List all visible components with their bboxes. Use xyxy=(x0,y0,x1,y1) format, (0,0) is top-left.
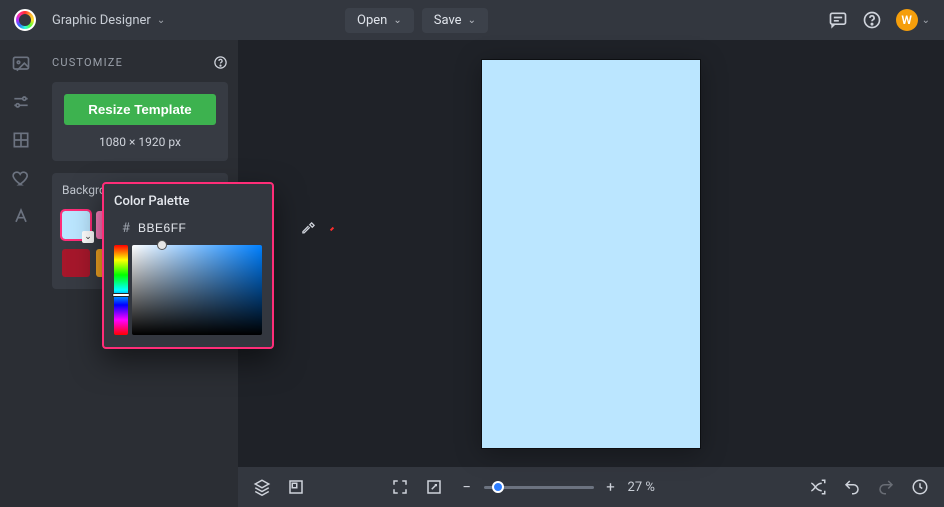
heart-icon[interactable] xyxy=(11,168,31,188)
zoom-in-button[interactable]: + xyxy=(602,478,620,496)
document-title: Graphic Designer xyxy=(52,13,151,28)
expand-icon[interactable] xyxy=(424,477,444,497)
hue-slider-thumb[interactable] xyxy=(112,293,130,297)
color-picker xyxy=(114,245,262,335)
fit-to-screen-icon[interactable] xyxy=(390,477,410,497)
sv-thumb[interactable] xyxy=(157,240,167,250)
open-button[interactable]: Open ⌄ xyxy=(345,8,414,33)
color-swatch[interactable] xyxy=(62,249,90,277)
comments-icon[interactable] xyxy=(828,10,848,30)
color-palette-popover: Color Palette # xyxy=(102,182,274,349)
account-menu[interactable]: W ⌄ xyxy=(896,9,930,31)
check-icon: ⌄ xyxy=(82,231,94,243)
topbar-center: Open ⌄ Save ⌄ xyxy=(345,8,488,33)
resize-block: Resize Template 1080 × 1920 px xyxy=(52,82,228,161)
shuffle-icon[interactable] xyxy=(808,477,828,497)
color-palette-title: Color Palette xyxy=(114,194,262,209)
template-dimensions: 1080 × 1920 px xyxy=(64,135,216,149)
chevron-down-icon: ⌄ xyxy=(393,15,401,26)
save-button-label: Save xyxy=(434,13,462,28)
bottom-bar: − + 27 % xyxy=(238,467,944,507)
chevron-down-icon: ⌄ xyxy=(922,15,930,26)
hue-slider[interactable] xyxy=(114,245,128,335)
canvas-column: − + 27 % xyxy=(238,40,944,507)
history-icon[interactable] xyxy=(910,477,930,497)
save-button[interactable]: Save ⌄ xyxy=(422,8,488,33)
canvas-area[interactable] xyxy=(238,40,944,467)
avatar: W xyxy=(896,9,918,31)
undo-icon[interactable] xyxy=(842,477,862,497)
saturation-value-field[interactable] xyxy=(132,245,262,335)
tool-rail xyxy=(0,40,42,507)
image-icon[interactable] xyxy=(11,54,31,74)
grid-icon[interactable] xyxy=(11,130,31,150)
help-icon[interactable] xyxy=(862,10,882,30)
color-swatch[interactable]: ⌄ xyxy=(62,211,90,239)
chevron-down-icon: ⌄ xyxy=(157,15,165,26)
topbar-right: W ⌄ xyxy=(828,9,930,31)
hex-row: # xyxy=(114,219,262,237)
resize-template-button[interactable]: Resize Template xyxy=(64,94,216,125)
eyedropper-icon[interactable] xyxy=(301,220,316,236)
app-logo[interactable] xyxy=(14,9,36,31)
zoom-control: − + 27 % xyxy=(458,478,655,496)
chevron-down-icon: ⌄ xyxy=(468,15,476,26)
text-icon[interactable] xyxy=(11,206,31,226)
document-title-dropdown[interactable]: Graphic Designer ⌄ xyxy=(48,9,169,32)
page-grid-icon[interactable] xyxy=(286,477,306,497)
avatar-letter: W xyxy=(901,13,912,27)
zoom-slider-thumb[interactable] xyxy=(492,481,504,493)
artboard[interactable] xyxy=(482,60,700,448)
open-button-label: Open xyxy=(357,13,387,28)
zoom-value: 27 % xyxy=(628,480,655,495)
customize-title: CUSTOMIZE xyxy=(52,56,123,69)
zoom-slider[interactable] xyxy=(484,486,594,489)
hex-input[interactable] xyxy=(138,221,293,235)
panel-help-icon[interactable] xyxy=(212,54,228,70)
top-bar: Graphic Designer ⌄ Open ⌄ Save ⌄ W ⌄ xyxy=(0,0,944,40)
sliders-icon[interactable] xyxy=(11,92,31,112)
redo-icon[interactable] xyxy=(876,477,896,497)
layers-icon[interactable] xyxy=(252,477,272,497)
hash-symbol: # xyxy=(122,221,130,236)
zoom-out-button[interactable]: − xyxy=(458,478,476,496)
